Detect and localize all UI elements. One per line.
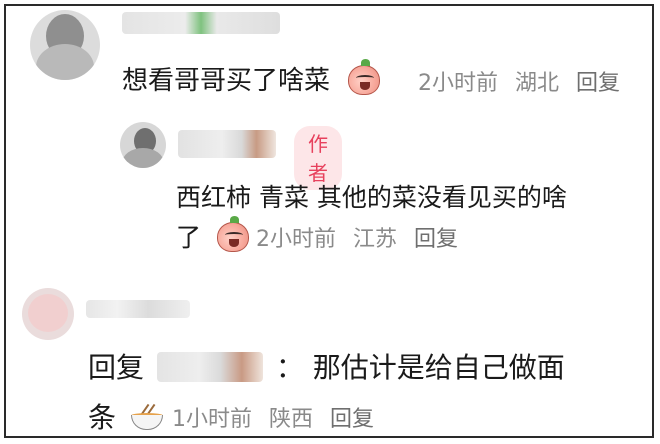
peach-laugh-icon xyxy=(348,58,381,95)
noodle-bowl-icon xyxy=(129,403,165,431)
reply-button[interactable]: 回复 xyxy=(414,227,458,252)
reply-prefix: 回复 xyxy=(88,351,145,384)
avatar[interactable] xyxy=(22,288,74,340)
reply-button[interactable]: 回复 xyxy=(576,71,620,96)
comment-text-continued: 了 xyxy=(176,223,202,252)
comment-location: 陕西 xyxy=(269,407,314,432)
username-blurred[interactable] xyxy=(122,12,280,34)
comment-time: 1小时前 xyxy=(172,407,252,432)
comment-location: 江苏 xyxy=(353,227,398,252)
username-blurred[interactable] xyxy=(86,300,190,318)
username-blurred[interactable] xyxy=(178,130,276,158)
comment-text: 想看哥哥买了啥菜 xyxy=(122,66,331,96)
avatar[interactable] xyxy=(120,122,166,168)
comment-text-continued: 条 xyxy=(88,401,117,434)
avatar[interactable] xyxy=(30,10,100,80)
comment-panel: 想看哥哥买了啥菜 2小时前 湖北 回复 作者 西红柿 青菜 其他的菜没看见买的啥… xyxy=(4,4,654,438)
reply-button[interactable]: 回复 xyxy=(330,407,374,432)
comment-location: 湖北 xyxy=(515,71,560,96)
comment-time: 2小时前 xyxy=(256,227,336,252)
separator: ： xyxy=(275,351,304,384)
comment-text: 那估计是给自己做面 xyxy=(312,351,565,384)
comment-time: 2小时前 xyxy=(418,71,498,96)
peach-laugh-icon xyxy=(216,216,249,252)
comment-text: 西红柿 青菜 其他的菜没看见买的啥 xyxy=(176,183,567,212)
reply-target-username-blurred[interactable] xyxy=(156,352,263,382)
